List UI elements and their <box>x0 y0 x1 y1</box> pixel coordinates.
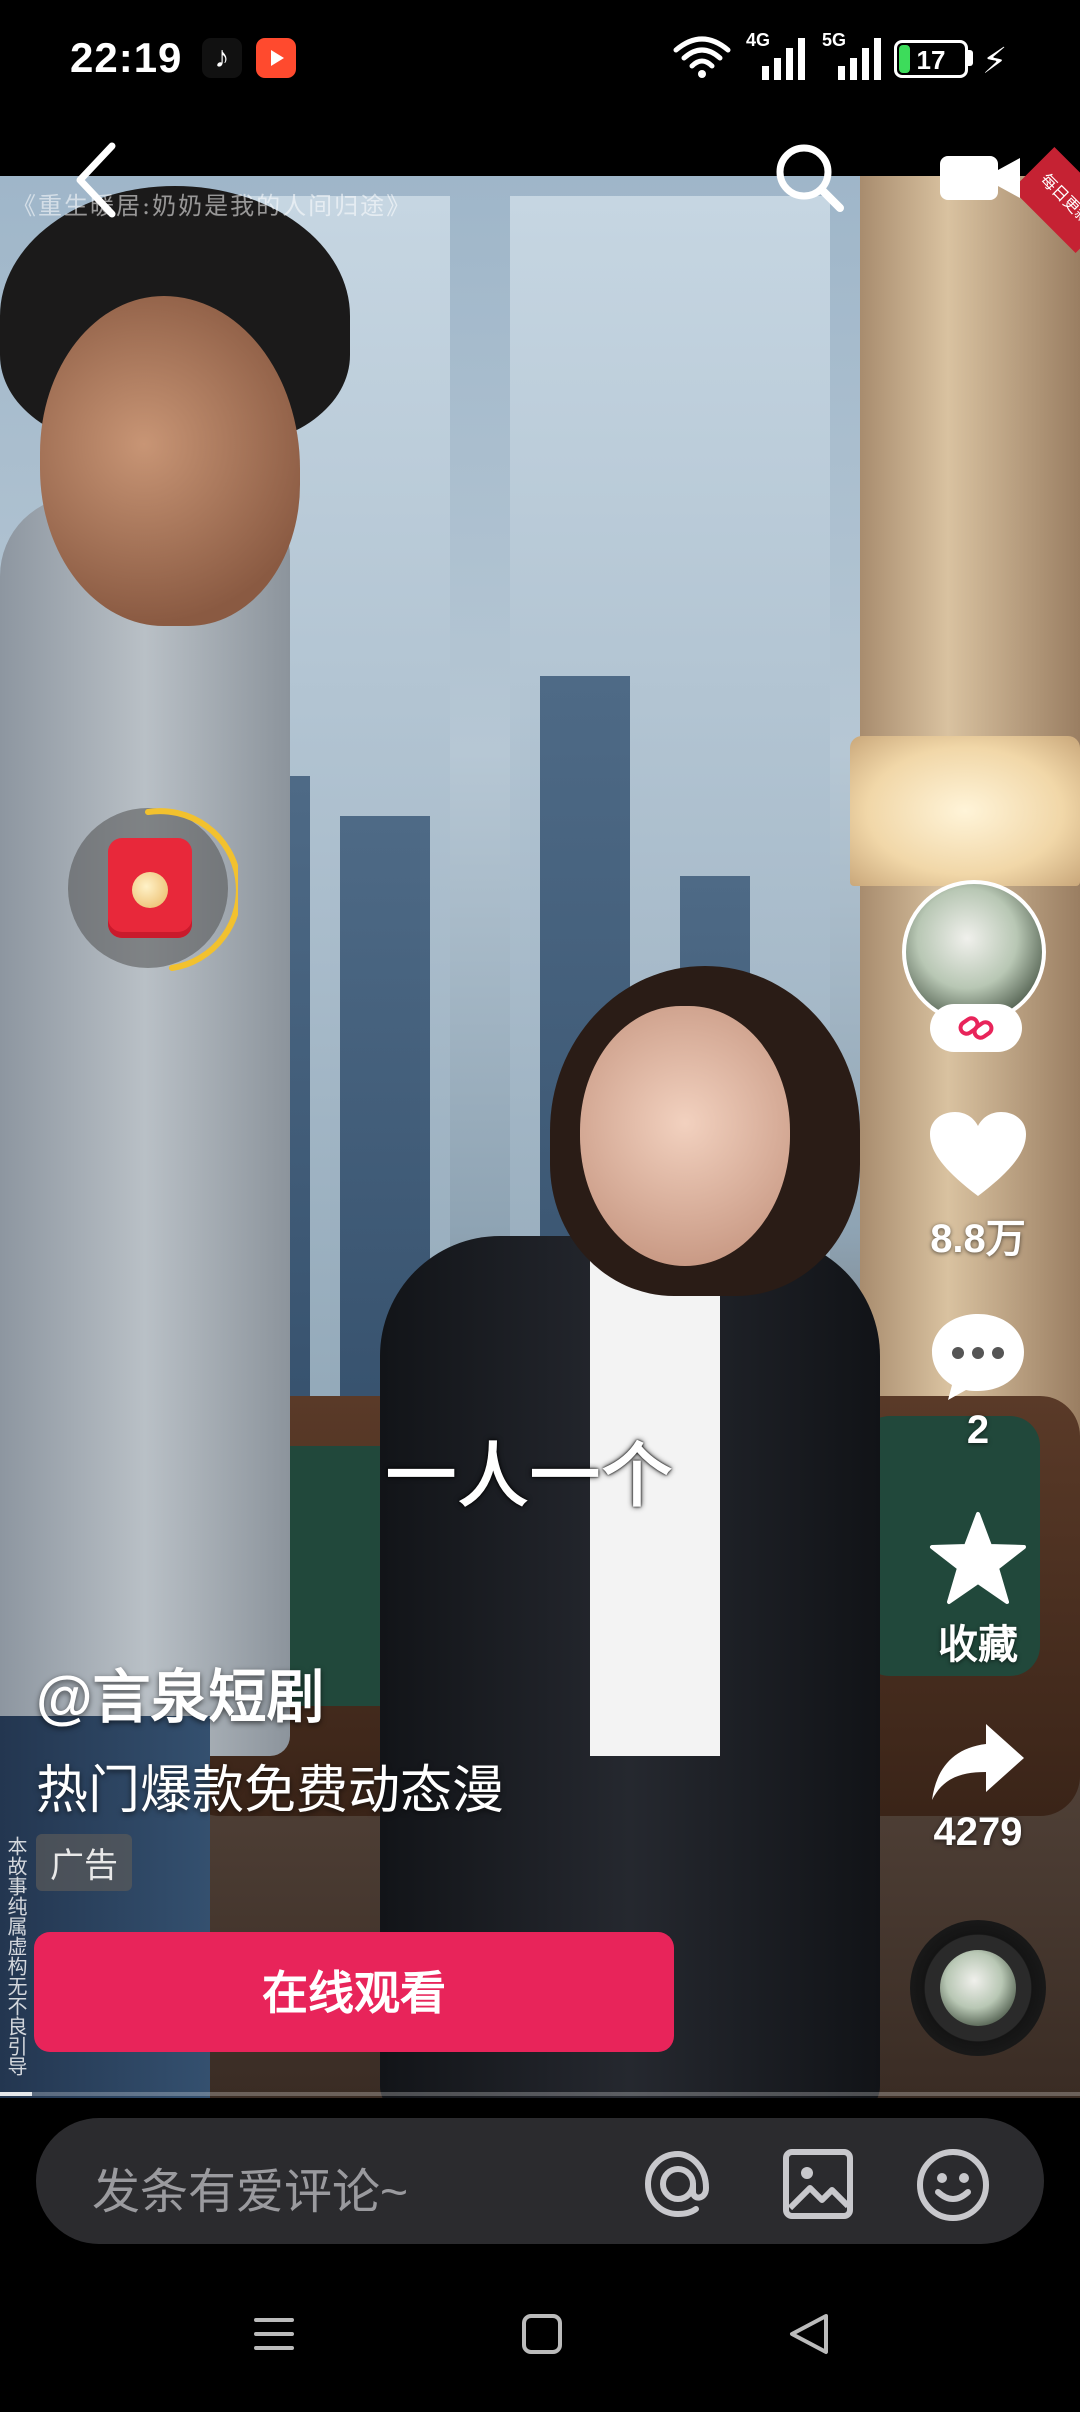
charging-icon: ⚡ <box>982 40 1008 81</box>
author-name[interactable]: @言泉短剧 <box>36 1650 325 1734</box>
menu-icon[interactable] <box>250 2310 298 2358</box>
at-icon[interactable] <box>640 2146 716 2222</box>
video-progress-fill <box>0 2092 33 2096</box>
battery-icon: 17 <box>894 40 968 78</box>
man-shirt <box>0 496 290 1756</box>
image-icon[interactable] <box>780 2146 856 2222</box>
fiction-disclaimer: 本故事纯属虚构无不良引导 <box>4 1836 26 2076</box>
video-app-icon <box>256 38 296 78</box>
link-icon[interactable] <box>930 1004 1022 1052</box>
red-packet-icon <box>108 838 192 938</box>
lamp-shade <box>850 736 1080 886</box>
status-time: 22:19 <box>70 34 183 81</box>
video-subtitle: 一人一个 <box>386 1437 674 1515</box>
camera-icon[interactable] <box>938 148 1022 208</box>
share-icon <box>932 1724 1024 1800</box>
video-description: 热门爆款免费动态漫 <box>36 1762 505 1820</box>
signal-icon-4g: 4G <box>746 30 810 82</box>
battery-percent: 17 <box>916 45 946 75</box>
watch-online-button[interactable]: 在线观看 <box>34 1932 674 2052</box>
collect-label: 收藏 <box>938 1623 1018 1667</box>
avatar[interactable] <box>902 880 1046 1024</box>
back-triangle-icon[interactable] <box>786 2310 832 2358</box>
search-icon[interactable] <box>770 138 850 218</box>
home-icon[interactable] <box>520 2312 564 2356</box>
comment-count: 2 <box>966 1408 990 1452</box>
star-icon <box>930 1512 1026 1604</box>
share-count: 4279 <box>933 1810 1023 1854</box>
comment-button[interactable]: 2 <box>904 1310 1052 1453</box>
like-button[interactable]: 8.8万 <box>904 1110 1052 1264</box>
collect-button[interactable]: 收藏 <box>904 1510 1052 1670</box>
wifi-icon <box>673 36 731 78</box>
woman-face <box>580 1006 790 1266</box>
back-icon[interactable] <box>68 140 128 220</box>
emoji-icon[interactable] <box>914 2146 992 2224</box>
share-button[interactable]: 4279 <box>904 1720 1052 1855</box>
red-packet-button[interactable] <box>68 808 238 978</box>
tiktok-icon: ♪ <box>202 38 242 78</box>
ad-badge: 广告 <box>36 1834 132 1891</box>
signal-icon-5g: 5G <box>822 30 886 82</box>
comment-icon <box>932 1314 1024 1400</box>
video-progress-bar[interactable] <box>0 2092 1080 2096</box>
battery-tip <box>968 50 973 66</box>
music-cover <box>940 1950 1016 2026</box>
like-count: 8.8万 <box>930 1217 1026 1261</box>
comment-placeholder[interactable]: 发条有爱评论~ <box>92 2152 408 2222</box>
music-disc-button[interactable] <box>910 1920 1046 2056</box>
gold-coin <box>132 872 168 908</box>
author-avatar-button[interactable] <box>902 880 1052 1060</box>
heart-icon <box>930 1112 1026 1196</box>
